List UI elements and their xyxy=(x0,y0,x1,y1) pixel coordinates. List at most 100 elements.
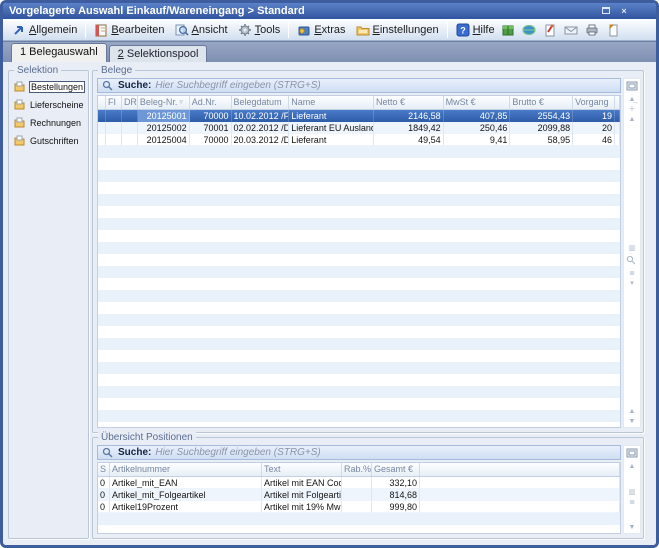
column-header-dr[interactable]: DR xyxy=(122,96,138,109)
sidebar-item-gutschriften[interactable]: Gutschriften xyxy=(14,135,86,147)
help-icon: ? xyxy=(456,23,470,37)
column-header-belegnr[interactable]: Beleg-Nr.▿ xyxy=(138,96,190,109)
app-window: Vorgelagerte Auswahl Einkauf/Wareneingan… xyxy=(0,0,659,548)
column-header-artikelnummer[interactable]: Artikelnummer xyxy=(110,463,262,476)
settings-folder-icon xyxy=(356,23,370,37)
grid-empty-area xyxy=(98,513,620,533)
menu-tools[interactable]: Tools xyxy=(233,21,286,39)
column-header-brutto[interactable]: Brutto € xyxy=(510,96,573,109)
gear-icon xyxy=(238,23,252,37)
selektion-groupbox: Selektion Bestellungen Lieferscheine Rec… xyxy=(8,70,89,539)
column-header-rab[interactable]: Rab.% xyxy=(342,463,372,476)
mail-icon[interactable] xyxy=(564,23,578,37)
column-chooser-icon[interactable] xyxy=(626,448,638,460)
window-title: Vorgelagerte Auswahl Einkauf/Wareneingan… xyxy=(9,5,305,17)
column-header-netto[interactable]: Netto € xyxy=(374,96,444,109)
sidebar-item-bestellungen[interactable]: Bestellungen xyxy=(14,81,86,93)
table-row[interactable]: 0 Artikel_mit_EAN Artikel mit EAN Codes … xyxy=(98,477,620,489)
table-row-selected[interactable]: 20125001 70000 10.02.2012 /Fr Lieferant … xyxy=(98,110,620,122)
folder-document-icon xyxy=(14,81,26,93)
sidebar-item-rechnungen[interactable]: Rechnungen xyxy=(14,117,86,129)
column-header-mwst[interactable]: MwSt € xyxy=(444,96,511,109)
column-header-name[interactable]: Name xyxy=(289,96,374,109)
sidebar-item-lieferscheine[interactable]: Lieferscheine xyxy=(14,99,86,111)
column-header-gesamt[interactable]: Gesamt € xyxy=(372,463,420,476)
search-placeholder: Hier Suchbegriff eingeben (STRG+S) xyxy=(155,447,320,458)
view-magnifier-icon xyxy=(175,23,189,37)
sort-ascending-icon: ▿ xyxy=(179,96,183,109)
tab-belegauswahl[interactable]: 1 Belegauswahl xyxy=(11,43,107,62)
menu-hilfe[interactable]: ? Hilfe xyxy=(451,21,500,39)
folder-document-icon xyxy=(14,135,26,147)
menu-allgemein[interactable]: Allgemein xyxy=(7,21,82,39)
close-button[interactable]: × xyxy=(618,6,630,17)
scroll-down-icon[interactable]: ▼ xyxy=(629,418,636,425)
column-header-vorgang[interactable]: Vorgang xyxy=(573,96,615,109)
restore-icon xyxy=(602,7,610,14)
search-label: Suche: xyxy=(118,447,151,458)
menu-einstellungen[interactable]: Einstellungen xyxy=(351,21,444,39)
printer-icon[interactable] xyxy=(585,23,599,37)
lines-icon[interactable]: ≣ xyxy=(629,499,635,506)
column-header-adnr[interactable]: Ad.Nr. xyxy=(190,96,232,109)
tabstrip: 1 Belegauswahl 2 Selektionspool xyxy=(3,41,656,62)
document-pin-icon[interactable] xyxy=(543,23,557,37)
positionen-search-input[interactable]: Suche: Hier Suchbegriff eingeben (STRG+S… xyxy=(97,445,621,460)
search-icon xyxy=(102,80,114,92)
positionen-grid-side-toolbar: ▲ ▥ ≣ ▼ xyxy=(623,445,641,534)
menu-ansicht[interactable]: Ansicht xyxy=(170,21,233,39)
column-header-trailing xyxy=(615,96,620,109)
positionen-grid: S Artikelnummer Text Rab.% Gesamt € 0 Ar… xyxy=(97,462,621,534)
menubar-separator xyxy=(447,22,448,38)
plus-icon[interactable]: ＋ xyxy=(629,106,636,113)
positionen-grid-header: S Artikelnummer Text Rab.% Gesamt € xyxy=(98,463,620,477)
belege-grid-header: FI DR Beleg-Nr.▿ Ad.Nr. Belegdatum Name … xyxy=(98,96,620,110)
arrow-ne-icon xyxy=(12,23,26,37)
column-chooser-icon[interactable] xyxy=(626,81,638,93)
column-header-fi[interactable]: FI xyxy=(106,96,122,109)
table-row[interactable]: 0 Artikel_mit_Folgeartikel Artikel mit F… xyxy=(98,489,620,501)
tab-selektionspool[interactable]: 2 Selektionspool xyxy=(109,45,208,62)
search-label: Suche: xyxy=(118,80,151,91)
folder-document-icon xyxy=(14,99,26,111)
menubar: Allgemein Bearbeiten Ansicht Tools Extra… xyxy=(3,19,656,41)
pages-icon[interactable]: ▥ xyxy=(629,489,636,496)
restore-button[interactable] xyxy=(600,6,612,17)
extras-box-icon xyxy=(297,23,311,37)
belege-grid: FI DR Beleg-Nr.▿ Ad.Nr. Belegdatum Name … xyxy=(97,95,621,428)
selektion-group-label: Selektion xyxy=(14,65,61,76)
column-header-s[interactable]: S xyxy=(98,463,110,476)
edit-book-icon xyxy=(94,23,108,37)
belege-search-input[interactable]: Suche: Hier Suchbegriff eingeben (STRG+S… xyxy=(97,78,621,93)
menubar-separator xyxy=(85,22,86,38)
folder-document-icon xyxy=(14,117,26,129)
scroll-down-icon[interactable]: ▼ xyxy=(629,524,636,531)
scroll-up-icon[interactable]: ▲ xyxy=(629,408,636,415)
belege-grid-side-toolbar: ▲̲ ＋ ▲ ▥ ≣ ▾ ▲ ▼ xyxy=(623,78,641,428)
search-icon xyxy=(102,447,114,459)
belege-groupbox: Belege Suche: Hier Suchbegriff eingeben … xyxy=(92,70,644,433)
new-document-icon[interactable] xyxy=(606,23,620,37)
magnifier-icon[interactable] xyxy=(626,255,638,267)
menubar-separator xyxy=(288,22,289,38)
lines-icon[interactable]: ≣ xyxy=(629,270,635,277)
package-icon[interactable] xyxy=(501,23,515,37)
menu-bearbeiten[interactable]: Bearbeiten xyxy=(89,21,169,39)
menu-extras[interactable]: Extras xyxy=(292,21,350,39)
globe-icon[interactable] xyxy=(522,23,536,37)
triangle-up-icon[interactable]: ▲ xyxy=(629,116,636,123)
titlebar: Vorgelagerte Auswahl Einkauf/Wareneingan… xyxy=(3,3,656,19)
scroll-down-small-icon[interactable]: ▾ xyxy=(630,280,634,287)
scroll-up-icon[interactable]: ▲ xyxy=(629,463,636,470)
table-row[interactable]: 20125004 70000 20.03.2012 /Di Lieferant … xyxy=(98,134,620,146)
column-header-belegdatum[interactable]: Belegdatum xyxy=(232,96,290,109)
column-header-text[interactable]: Text xyxy=(262,463,342,476)
table-row[interactable]: 20125002 70001 02.02.2012 /Do Lieferant … xyxy=(98,122,620,134)
column-header-trailing xyxy=(420,463,620,476)
pages-icon[interactable]: ▥ xyxy=(629,245,636,252)
toolbar-right-icons xyxy=(501,23,620,37)
table-row[interactable]: 0 Artikel19Prozent Artikel mit 19% MwSt.… xyxy=(98,501,620,513)
scroll-top-icon[interactable]: ▲̲ xyxy=(629,96,636,103)
svg-text:?: ? xyxy=(460,25,466,35)
grid-empty-area xyxy=(98,146,620,427)
